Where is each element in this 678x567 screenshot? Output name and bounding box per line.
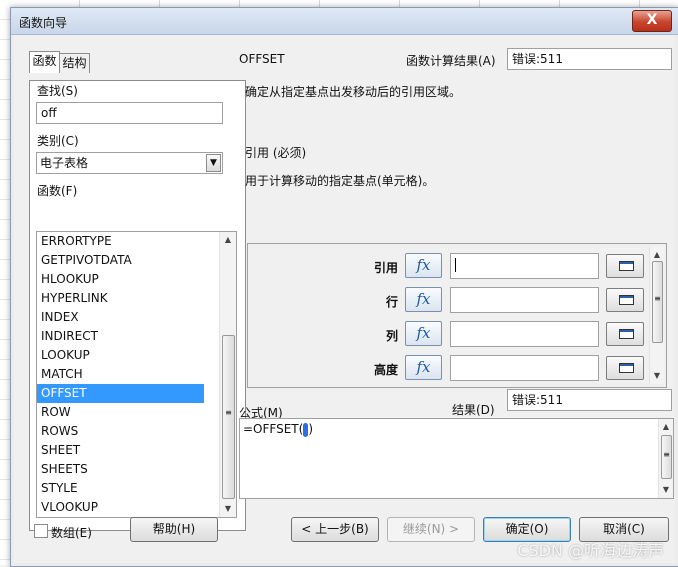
scroll-down-icon[interactable]: ▼ xyxy=(650,368,664,384)
shrink-icon[interactable] xyxy=(606,254,644,278)
array-label: 数组(E) xyxy=(51,526,92,540)
list-item[interactable]: SHEETS xyxy=(37,460,204,479)
arguments-scrollbar[interactable]: ▲ ≡ ▼ xyxy=(649,247,664,384)
category-select[interactable]: 电子表格 ▼ xyxy=(36,152,223,174)
list-item[interactable]: STYLE xyxy=(37,479,204,498)
list-item[interactable]: INDEX xyxy=(37,308,204,327)
tab-structure-label: 结构 xyxy=(62,56,87,70)
array-checkbox[interactable] xyxy=(34,524,48,538)
result-label: 结果(D) xyxy=(452,403,495,417)
category-label: 类别(C) xyxy=(37,134,79,148)
formula-editor[interactable]: =OFFSET() ▲ ≡ ▼ xyxy=(239,418,674,499)
argument-title: 引用 (必须) xyxy=(245,146,307,160)
list-item[interactable]: SHEET xyxy=(37,441,204,460)
list-item[interactable]: VLOOKUP xyxy=(37,498,204,517)
list-item[interactable]: LOOKUP xyxy=(37,346,204,365)
list-item[interactable]: HYPERLINK xyxy=(37,289,204,308)
scroll-up-icon[interactable]: ▲ xyxy=(220,232,236,248)
formula-scrollbar[interactable]: ▲ ≡ ▼ xyxy=(658,419,673,498)
shrink-icon[interactable] xyxy=(606,322,644,346)
title-bar: 函数向导 X xyxy=(11,8,678,35)
argument-input[interactable] xyxy=(450,321,599,347)
argument-name: 高度 xyxy=(373,363,398,377)
function-wizard-dialog: 函数向导 X 函数 结构 查找(S) off 类别(C) 电子表格 ▼ 函数(F… xyxy=(10,7,678,567)
function-list-items: ERRORTYPE GETPIVOTDATA HLOOKUP HYPERLINK IND… xyxy=(37,232,236,517)
back-button[interactable]: < 上一步(B) xyxy=(291,517,379,542)
list-item[interactable]: INDIRECT xyxy=(37,327,204,346)
dialog-title: 函数向导 xyxy=(19,16,68,30)
arguments-panel: 引用 fx 行 fx 列 fx 高度 fx ▲ ≡ ▼ xyxy=(247,243,667,388)
scroll-thumb[interactable]: ≡ xyxy=(222,335,235,499)
scroll-down-icon[interactable]: ▼ xyxy=(220,501,236,517)
tab-functions[interactable]: 函数 xyxy=(29,51,60,73)
tab-structure[interactable]: 结构 xyxy=(59,53,90,73)
chevron-down-icon[interactable]: ▼ xyxy=(206,154,221,172)
formula-text: =OFFSET( xyxy=(243,422,304,436)
function-name: OFFSET xyxy=(239,52,285,66)
argument-name: 列 xyxy=(385,329,398,343)
shrink-icon[interactable] xyxy=(606,288,644,312)
scroll-thumb[interactable]: ≡ xyxy=(652,261,663,343)
list-item[interactable]: HLOOKUP xyxy=(37,270,204,289)
dialog-body: 函数 结构 查找(S) off 类别(C) 电子表格 ▼ 函数(F) ERROR… xyxy=(14,35,675,563)
scroll-thumb[interactable]: ≡ xyxy=(661,435,672,479)
search-label: 查找(S) xyxy=(37,84,78,98)
argument-input[interactable] xyxy=(450,355,599,381)
help-button[interactable]: 帮助(H) xyxy=(130,517,218,542)
list-item[interactable]: ROWS xyxy=(37,422,204,441)
search-input[interactable]: off xyxy=(36,102,223,124)
next-button[interactable]: 继续(N) > xyxy=(387,517,475,542)
argument-name: 行 xyxy=(385,295,398,309)
function-result-label: 函数计算结果(A) xyxy=(406,54,496,68)
argument-name: 引用 xyxy=(373,261,398,275)
fx-icon[interactable]: fx xyxy=(405,253,442,278)
scroll-down-icon[interactable]: ▼ xyxy=(659,482,673,498)
fx-icon[interactable]: fx xyxy=(405,355,442,380)
list-item[interactable]: OFFSET xyxy=(37,384,204,403)
result-field: 错误:511 xyxy=(507,389,672,411)
function-description: 确定从指定基点出发移动后的引用区域。 xyxy=(245,85,462,99)
scroll-up-icon[interactable]: ▲ xyxy=(659,419,673,435)
watermark: CSDN @听海边涛声 xyxy=(517,541,664,560)
function-list[interactable]: ERRORTYPE GETPIVOTDATA HLOOKUP HYPERLINK IND… xyxy=(36,231,237,518)
close-icon: X xyxy=(646,12,658,28)
category-value: 电子表格 xyxy=(40,156,89,170)
formula-close-paren: ) xyxy=(308,422,313,436)
function-result-field: 错误:511 xyxy=(507,48,672,70)
shrink-icon[interactable] xyxy=(606,356,644,380)
list-item[interactable]: ROW xyxy=(37,403,204,422)
function-list-label: 函数(F) xyxy=(37,184,78,198)
function-list-scrollbar[interactable]: ▲ ≡ ▼ xyxy=(219,232,236,517)
list-item[interactable]: ERRORTYPE xyxy=(37,232,204,251)
list-item[interactable]: MATCH xyxy=(37,365,204,384)
close-button[interactable]: X xyxy=(632,10,672,32)
tab-functions-label: 函数 xyxy=(32,54,57,68)
fx-icon[interactable]: fx xyxy=(405,321,442,346)
fx-icon[interactable]: fx xyxy=(405,287,442,312)
argument-description: 用于计算移动的指定基点(单元格)。 xyxy=(245,174,435,188)
argument-input[interactable] xyxy=(450,253,599,279)
argument-input[interactable] xyxy=(450,287,599,313)
list-item[interactable]: GETPIVOTDATA xyxy=(37,251,204,270)
